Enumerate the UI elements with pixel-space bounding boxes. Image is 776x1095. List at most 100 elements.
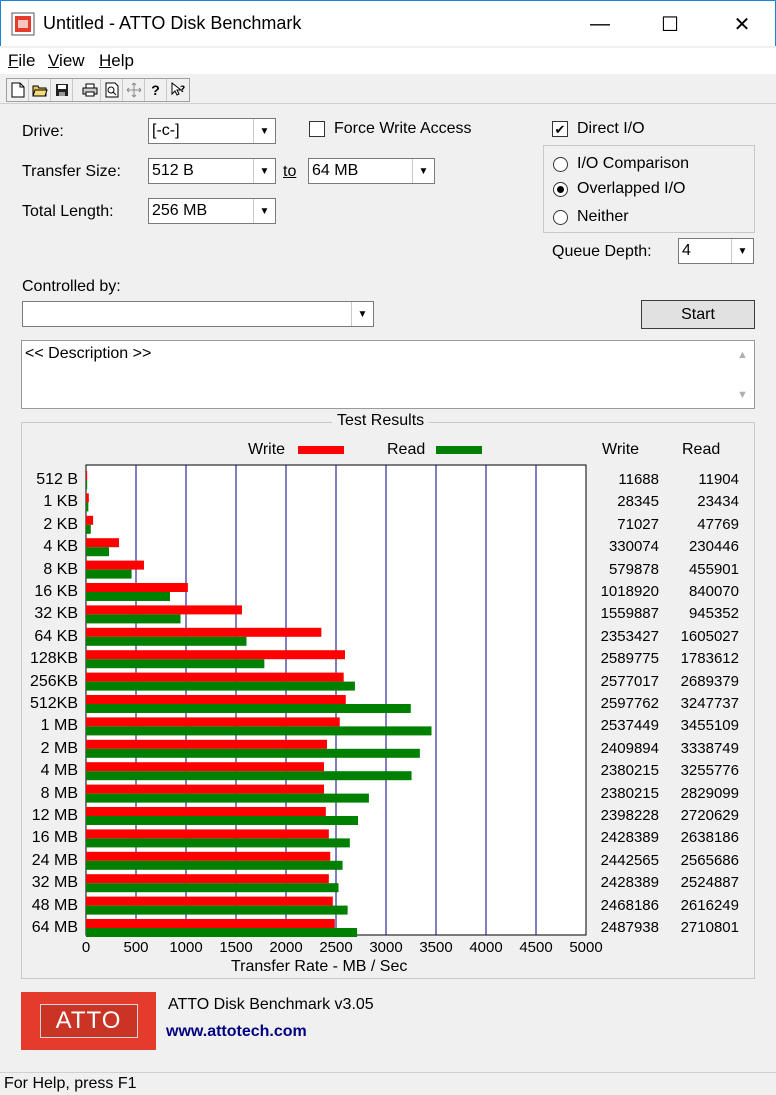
write-value: 2537449 (600, 717, 659, 735)
read-bar (86, 883, 339, 893)
read-value: 2616249 (680, 896, 739, 914)
atto-logo-text: ATTO (39, 1004, 138, 1038)
y-tick-label: 2 KB (43, 515, 78, 533)
read-bar (86, 636, 247, 646)
x-tick-label: 3500 (419, 939, 452, 956)
write-bar (86, 560, 144, 570)
read-value: 3247737 (680, 695, 739, 712)
status-bar: For Help, press F1 (0, 1072, 776, 1095)
write-value: 2487938 (600, 919, 659, 936)
x-tick-label: 500 (123, 939, 148, 956)
write-value: 579878 (608, 560, 659, 578)
read-bar (86, 748, 420, 758)
read-value: 3338749 (680, 739, 739, 757)
write-bar (86, 784, 325, 794)
write-bar (86, 515, 94, 525)
write-value: 2409894 (600, 739, 659, 757)
read-value: 945352 (688, 605, 739, 623)
write-bar (86, 739, 327, 749)
write-bar (86, 605, 242, 615)
read-value: 23434 (697, 493, 739, 511)
write-bar (86, 717, 340, 727)
x-tick-label: 2000 (269, 939, 302, 956)
read-bar (86, 860, 343, 870)
write-bar (86, 493, 89, 503)
read-value: 1605027 (680, 627, 739, 645)
write-value: 2428389 (600, 829, 659, 847)
write-value: 28345 (617, 493, 659, 511)
y-tick-label: 24 MB (31, 851, 78, 869)
read-bar (86, 771, 412, 781)
write-bar (86, 650, 345, 660)
read-bar (86, 838, 350, 848)
y-tick-label: 128KB (29, 650, 78, 668)
write-value: 71027 (617, 515, 659, 533)
x-tick-label: 1500 (219, 939, 252, 956)
read-bar (86, 681, 355, 691)
write-bar (86, 762, 325, 772)
write-bar (86, 583, 188, 592)
y-tick-label: 64 MB (31, 919, 78, 936)
read-value: 2689379 (680, 672, 739, 690)
y-tick-label: 16 KB (34, 583, 78, 600)
read-bar (86, 816, 359, 825)
y-tick-label: 1 KB (43, 493, 78, 511)
y-tick-label: 1 MB (40, 717, 78, 735)
read-bar (86, 928, 358, 937)
atto-logo: ATTO (21, 992, 156, 1050)
status-text: For Help, press F1 (4, 1075, 137, 1092)
write-value: 330074 (608, 538, 659, 556)
x-tick-label: 0 (82, 939, 90, 956)
y-tick-label: 8 KB (43, 560, 78, 578)
read-value: 840070 (688, 583, 739, 600)
y-tick-label: 2 MB (40, 739, 78, 757)
read-value: 2524887 (680, 874, 739, 892)
read-value: 1783612 (680, 650, 739, 668)
write-value: 2468186 (600, 896, 659, 914)
transfer-rate-chart: 0 500 1000 1500 2000 2500 3000 3500 4000 4500 5000 (82, 464, 603, 956)
write-value: 2577017 (600, 672, 659, 690)
read-value: 230446 (688, 538, 739, 556)
x-tick-label: 4000 (469, 939, 502, 956)
y-tick-label: 64 KB (34, 627, 78, 645)
y-tick-label: 4 MB (40, 762, 78, 780)
read-bar (86, 502, 89, 512)
product-version: ATTO Disk Benchmark v3.05 (168, 996, 374, 1013)
website-link[interactable]: www.attotech.com (166, 1023, 307, 1041)
y-tick-label: 48 MB (31, 896, 78, 914)
write-value: 2589775 (600, 650, 659, 668)
read-value: 3455109 (680, 717, 739, 735)
write-value: 1559887 (600, 605, 659, 623)
read-bar (86, 659, 265, 669)
write-bar (86, 829, 329, 839)
read-value: 2829099 (680, 784, 739, 802)
x-tick-label: 1000 (169, 939, 202, 956)
x-tick-label: 4500 (519, 939, 552, 956)
read-bar (86, 524, 91, 534)
read-value: 3255776 (680, 762, 739, 780)
write-bar (86, 672, 344, 682)
write-bar (86, 874, 329, 884)
x-tick-label: 3000 (369, 939, 402, 956)
y-tick-label: 4 KB (43, 538, 78, 556)
read-value: 2720629 (680, 807, 739, 824)
read-bar (86, 614, 181, 624)
write-value: 2597762 (600, 695, 659, 712)
write-bar (86, 471, 88, 480)
read-bar (86, 592, 171, 601)
x-tick-label: 5000 (569, 939, 602, 956)
read-value: 2710801 (680, 919, 739, 936)
y-tick-label: 12 MB (31, 807, 78, 824)
write-bar (86, 919, 335, 928)
read-bar (86, 480, 88, 489)
read-bar (86, 569, 132, 579)
read-bar (86, 726, 432, 736)
read-value: 455901 (688, 560, 739, 578)
write-value: 2442565 (600, 851, 659, 869)
y-tick-label: 512KB (29, 695, 78, 712)
write-bar (86, 695, 346, 704)
read-bar (86, 905, 348, 915)
read-bar (86, 547, 110, 557)
write-bar (86, 896, 333, 906)
read-bar (86, 704, 411, 713)
